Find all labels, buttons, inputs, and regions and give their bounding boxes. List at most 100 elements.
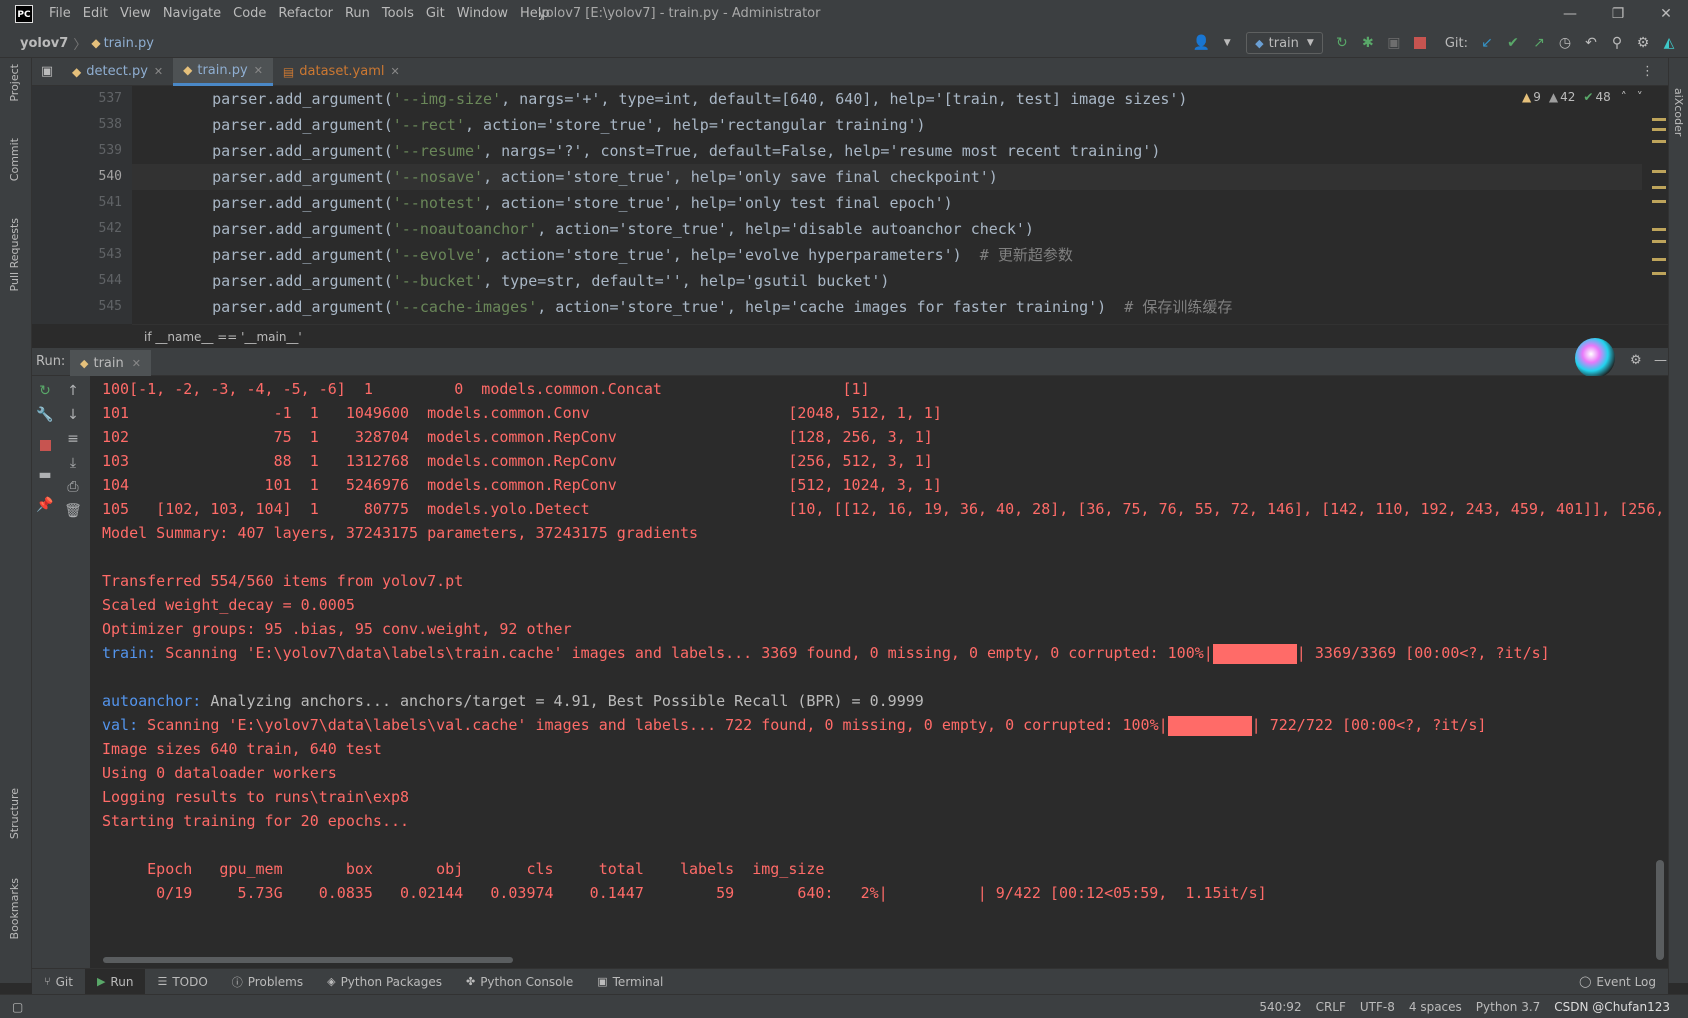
- close-tab-icon[interactable]: ✕: [390, 65, 399, 78]
- soft-wrap-icon[interactable]: ≡: [62, 428, 84, 450]
- rerun-icon[interactable]: ↻: [34, 380, 56, 402]
- coverage-icon[interactable]: ▣: [1383, 32, 1405, 54]
- scroll-up-icon[interactable]: ↑: [62, 380, 84, 402]
- tab-problems[interactable]: ⓘ Problems: [220, 969, 315, 995]
- menu-window[interactable]: Window: [451, 0, 514, 28]
- git-update-icon[interactable]: ↙: [1476, 32, 1498, 54]
- structure-tool-tab[interactable]: Structure: [8, 788, 21, 839]
- vertical-scrollbar[interactable]: [1656, 860, 1664, 960]
- line-number: 537: [98, 91, 122, 106]
- error-stripe-marker[interactable]: [1652, 240, 1666, 243]
- project-view-icon[interactable]: ▣: [32, 64, 62, 79]
- error-stripe-marker[interactable]: [1652, 128, 1666, 131]
- breadcrumb-file[interactable]: train.py: [104, 36, 154, 51]
- menu-code[interactable]: Code: [227, 0, 272, 28]
- code-breadcrumb[interactable]: if __name__ == '__main__': [132, 324, 1668, 348]
- console-line-autoanchor: autoanchor: Analyzing anchors... anchors…: [102, 692, 924, 710]
- menu-run[interactable]: Run: [339, 0, 376, 28]
- tab-git[interactable]: ⑂ Git: [32, 969, 85, 995]
- tab-python-console[interactable]: ✤ Python Console: [454, 969, 585, 995]
- tab-todo[interactable]: ☰ TODO: [145, 969, 219, 995]
- close-window-button[interactable]: ✕: [1644, 0, 1688, 28]
- menu-tools[interactable]: Tools: [376, 0, 420, 28]
- rollback-icon[interactable]: ↶: [1580, 32, 1602, 54]
- main-menu: File Edit View Navigate Code Refactor Ru…: [43, 0, 556, 28]
- code-editor[interactable]: parser.add_argument('--img-size', nargs=…: [132, 86, 1668, 324]
- menu-git[interactable]: Git: [420, 0, 451, 28]
- menu-navigate[interactable]: Navigate: [157, 0, 227, 28]
- pull-requests-tool-tab[interactable]: Pull Requests: [8, 218, 21, 291]
- run-tab-label: train: [93, 355, 124, 371]
- horizontal-scrollbar[interactable]: [103, 957, 513, 963]
- chevron-down-icon[interactable]: ˅: [1637, 90, 1643, 104]
- inspection-widget[interactable]: ▲ 9 ▲ 42 ✔ 48 ˄ ˅: [1522, 90, 1643, 104]
- tab-event-log[interactable]: ◯ Event Log: [1567, 969, 1668, 995]
- restore-button[interactable]: ❐: [1596, 0, 1640, 28]
- code-with-me-icon[interactable]: ◭: [1658, 32, 1680, 54]
- run-toolbar: ↻ ↑ 🔧 ↓ ≡ ⤓ ▬ ⎙ 📌 🗑: [32, 376, 90, 968]
- git-push-icon[interactable]: ↗: [1528, 32, 1550, 54]
- menu-refactor[interactable]: Refactor: [272, 0, 339, 28]
- debug-icon[interactable]: ✱: [1357, 32, 1379, 54]
- error-stripe-marker[interactable]: [1652, 228, 1666, 231]
- stop-icon[interactable]: [1409, 32, 1431, 54]
- close-tab-icon[interactable]: ✕: [132, 357, 141, 370]
- gear-icon[interactable]: ⚙: [1632, 32, 1654, 54]
- console-output[interactable]: 100[-1, -2, -3, -4, -5, -6] 1 0 models.c…: [90, 376, 1668, 968]
- commit-tool-tab[interactable]: Commit: [8, 138, 21, 181]
- error-stripe-marker[interactable]: [1652, 170, 1666, 173]
- tab-train-py[interactable]: ◆ train.py ✕: [173, 57, 273, 86]
- indent-setting[interactable]: 4 spaces: [1409, 1000, 1462, 1014]
- error-stripe-marker[interactable]: [1652, 200, 1666, 203]
- bookmarks-tool-tab[interactable]: Bookmarks: [8, 878, 21, 939]
- caret-position[interactable]: 540:92: [1259, 1000, 1301, 1014]
- error-stripe-marker[interactable]: [1652, 118, 1666, 121]
- line-separator[interactable]: CRLF: [1316, 1000, 1346, 1014]
- error-stripe-marker[interactable]: [1652, 140, 1666, 143]
- console-line: 102 75 1 328704 models.common.RepConv [1…: [102, 428, 933, 446]
- close-tab-icon[interactable]: ✕: [254, 64, 263, 77]
- tab-run[interactable]: ▶ Run: [84, 968, 146, 995]
- close-tab-icon[interactable]: ✕: [154, 65, 163, 78]
- run-tab-train[interactable]: ◆ train ✕: [70, 350, 151, 376]
- trash-icon[interactable]: 🗑: [62, 500, 84, 522]
- file-encoding[interactable]: UTF-8: [1360, 1000, 1395, 1014]
- menu-view[interactable]: View: [114, 0, 157, 28]
- menu-file[interactable]: File: [43, 0, 77, 28]
- error-stripe-marker[interactable]: [1652, 258, 1666, 261]
- tab-label: Run: [110, 974, 134, 989]
- layout-icon[interactable]: ▬: [34, 464, 56, 486]
- chevron-up-icon[interactable]: ˄: [1621, 90, 1627, 104]
- gear-icon[interactable]: ⚙: [1630, 353, 1642, 368]
- error-stripe-marker[interactable]: [1652, 272, 1666, 275]
- menu-edit[interactable]: Edit: [77, 0, 114, 28]
- more-options-icon[interactable]: ⋮: [1641, 64, 1654, 79]
- project-tool-tab[interactable]: Project: [8, 64, 21, 102]
- pin-icon[interactable]: 📌: [34, 494, 56, 516]
- tab-label: Python Packages: [340, 974, 442, 989]
- aixcoder-tool-tab[interactable]: aiXcoder: [1672, 88, 1685, 136]
- chevron-down-icon[interactable]: ▼: [1216, 32, 1238, 54]
- python-interpreter[interactable]: Python 3.7: [1476, 1000, 1541, 1014]
- breadcrumb-project[interactable]: yolov7: [20, 36, 68, 51]
- search-icon[interactable]: ⚲: [1606, 32, 1628, 54]
- run-configuration-select[interactable]: ◆ train ▼: [1246, 32, 1323, 54]
- rerun-icon[interactable]: ↻: [1331, 32, 1353, 54]
- error-stripe-marker[interactable]: [1652, 186, 1666, 189]
- scroll-down-icon[interactable]: ↓: [62, 404, 84, 426]
- minimize-button[interactable]: —: [1548, 0, 1592, 28]
- tab-python-packages[interactable]: ◈ Python Packages: [315, 969, 454, 995]
- git-commit-icon[interactable]: ✔: [1502, 32, 1524, 54]
- history-icon[interactable]: ◷: [1554, 32, 1576, 54]
- scroll-to-end-icon[interactable]: ⤓: [62, 452, 84, 474]
- stop-icon[interactable]: [34, 434, 56, 456]
- toggle-tool-windows-icon[interactable]: ▢: [12, 1000, 23, 1014]
- user-icon[interactable]: 👤: [1190, 32, 1212, 54]
- print-icon[interactable]: ⎙: [62, 476, 84, 498]
- tab-terminal[interactable]: ▣ Terminal: [585, 969, 675, 995]
- hide-panel-icon[interactable]: —: [1654, 353, 1667, 368]
- aixcoder-avatar[interactable]: [1575, 338, 1615, 378]
- tab-detect-py[interactable]: ◆ detect.py ✕: [62, 58, 173, 86]
- wrench-icon[interactable]: 🔧: [34, 404, 56, 426]
- tab-dataset-yaml[interactable]: ▤ dataset.yaml ✕: [273, 58, 410, 86]
